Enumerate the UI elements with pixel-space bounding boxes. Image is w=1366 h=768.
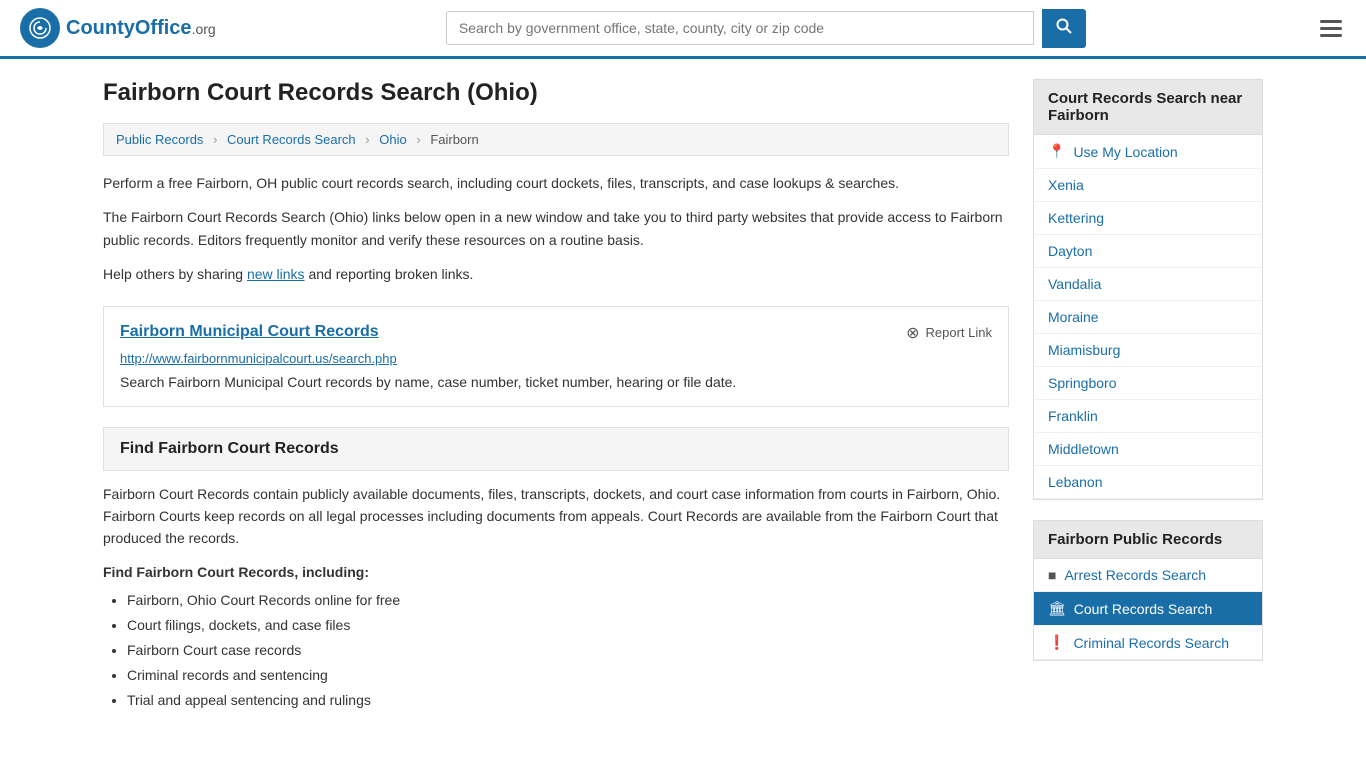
- court-icon: 🏛: [1048, 600, 1066, 617]
- record-description: Search Fairborn Municipal Court records …: [120, 374, 992, 390]
- court-records-link[interactable]: Court Records Search: [1074, 601, 1213, 617]
- middletown-link[interactable]: Middletown: [1048, 441, 1119, 457]
- sidebar-item-middletown[interactable]: Middletown: [1034, 433, 1262, 466]
- hamburger-menu-button[interactable]: [1316, 16, 1346, 41]
- sidebar-item-xenia[interactable]: Xenia: [1034, 169, 1262, 202]
- bullet-item: Criminal records and sentencing: [127, 663, 1009, 688]
- franklin-link[interactable]: Franklin: [1048, 408, 1098, 424]
- miamisburg-link[interactable]: Miamisburg: [1048, 342, 1120, 358]
- search-input[interactable]: [446, 11, 1034, 45]
- breadcrumb-ohio[interactable]: Ohio: [379, 132, 406, 147]
- site-header: CountyOffice.org: [0, 0, 1366, 59]
- record-link-header: Fairborn Municipal Court Records ⊗ Repor…: [120, 323, 992, 343]
- bullet-item: Fairborn Court case records: [127, 638, 1009, 663]
- content-area: Fairborn Court Records Search (Ohio) Pub…: [103, 79, 1009, 714]
- sidebar-court-records-box: Court Records Search near Fairborn 📍 Use…: [1033, 79, 1263, 500]
- breadcrumb-sep: ›: [365, 132, 369, 147]
- search-button[interactable]: [1042, 9, 1086, 48]
- use-my-location-link[interactable]: Use My Location: [1073, 144, 1177, 160]
- breadcrumb-fairborn: Fairborn: [430, 132, 478, 147]
- section-title: Find Fairborn Court Records: [120, 440, 992, 458]
- bullet-item: Court filings, dockets, and case files: [127, 613, 1009, 638]
- sidebar-item-vandalia[interactable]: Vandalia: [1034, 268, 1262, 301]
- report-label: Report Link: [926, 325, 992, 340]
- intro-text-1: Perform a free Fairborn, OH public court…: [103, 172, 1009, 194]
- report-link-button[interactable]: ⊗ Report Link: [906, 323, 992, 343]
- section-box: Find Fairborn Court Records: [103, 427, 1009, 471]
- section-body-text: Fairborn Court Records contain publicly …: [103, 483, 1009, 550]
- sidebar: Court Records Search near Fairborn 📍 Use…: [1033, 79, 1263, 714]
- arrest-icon: ■: [1048, 567, 1056, 583]
- breadcrumb-public-records[interactable]: Public Records: [116, 132, 203, 147]
- new-links-link[interactable]: new links: [247, 266, 305, 282]
- sidebar-court-records-header: Court Records Search near Fairborn: [1034, 80, 1262, 135]
- sidebar-item-lebanon[interactable]: Lebanon: [1034, 466, 1262, 499]
- search-area: [446, 9, 1086, 48]
- record-link-title[interactable]: Fairborn Municipal Court Records: [120, 323, 379, 341]
- sidebar-item-moraine[interactable]: Moraine: [1034, 301, 1262, 334]
- criminal-records-link[interactable]: Criminal Records Search: [1073, 635, 1229, 651]
- bullets-heading: Find Fairborn Court Records, including:: [103, 564, 1009, 580]
- xenia-link[interactable]: Xenia: [1048, 177, 1084, 193]
- sidebar-public-records-box: Fairborn Public Records ■ Arrest Records…: [1033, 520, 1263, 661]
- intro-text-3: Help others by sharing new links and rep…: [103, 263, 1009, 285]
- arrest-records-link[interactable]: Arrest Records Search: [1064, 567, 1206, 583]
- logo-text: CountyOffice.org: [66, 17, 216, 40]
- sidebar-public-records-header: Fairborn Public Records: [1034, 521, 1262, 559]
- sidebar-item-miamisburg[interactable]: Miamisburg: [1034, 334, 1262, 367]
- sidebar-item-franklin[interactable]: Franklin: [1034, 400, 1262, 433]
- report-icon: ⊗: [906, 323, 919, 343]
- intro-text-2: The Fairborn Court Records Search (Ohio)…: [103, 206, 1009, 251]
- breadcrumb-court-records-search[interactable]: Court Records Search: [227, 132, 356, 147]
- lebanon-link[interactable]: Lebanon: [1048, 474, 1103, 490]
- page-title: Fairborn Court Records Search (Ohio): [103, 79, 1009, 107]
- record-url[interactable]: http://www.fairbornmunicipalcourt.us/sea…: [120, 351, 992, 366]
- vandalia-link[interactable]: Vandalia: [1048, 276, 1101, 292]
- bullet-list: Fairborn, Ohio Court Records online for …: [127, 588, 1009, 714]
- sidebar-item-kettering[interactable]: Kettering: [1034, 202, 1262, 235]
- breadcrumb-sep: ›: [416, 132, 420, 147]
- logo-icon: [20, 8, 60, 48]
- location-pin-icon: 📍: [1048, 143, 1065, 160]
- menu-line: [1320, 27, 1342, 30]
- sidebar-use-location[interactable]: 📍 Use My Location: [1034, 135, 1262, 169]
- bullet-item: Trial and appeal sentencing and rulings: [127, 688, 1009, 713]
- dayton-link[interactable]: Dayton: [1048, 243, 1092, 259]
- springboro-link[interactable]: Springboro: [1048, 375, 1117, 391]
- criminal-icon: ❗: [1048, 634, 1065, 651]
- moraine-link[interactable]: Moraine: [1048, 309, 1099, 325]
- logo[interactable]: CountyOffice.org: [20, 8, 216, 48]
- bullet-item: Fairborn, Ohio Court Records online for …: [127, 588, 1009, 613]
- sidebar-item-dayton[interactable]: Dayton: [1034, 235, 1262, 268]
- sidebar-arrest-records[interactable]: ■ Arrest Records Search: [1034, 559, 1262, 592]
- sidebar-criminal-records[interactable]: ❗ Criminal Records Search: [1034, 626, 1262, 660]
- kettering-link[interactable]: Kettering: [1048, 210, 1104, 226]
- sidebar-item-springboro[interactable]: Springboro: [1034, 367, 1262, 400]
- breadcrumb: Public Records › Court Records Search › …: [103, 123, 1009, 156]
- record-link-box: Fairborn Municipal Court Records ⊗ Repor…: [103, 306, 1009, 407]
- sidebar-court-records-active[interactable]: 🏛 Court Records Search: [1034, 592, 1262, 626]
- menu-line: [1320, 20, 1342, 23]
- breadcrumb-sep: ›: [213, 132, 217, 147]
- main-container: Fairborn Court Records Search (Ohio) Pub…: [83, 59, 1283, 734]
- menu-line: [1320, 34, 1342, 37]
